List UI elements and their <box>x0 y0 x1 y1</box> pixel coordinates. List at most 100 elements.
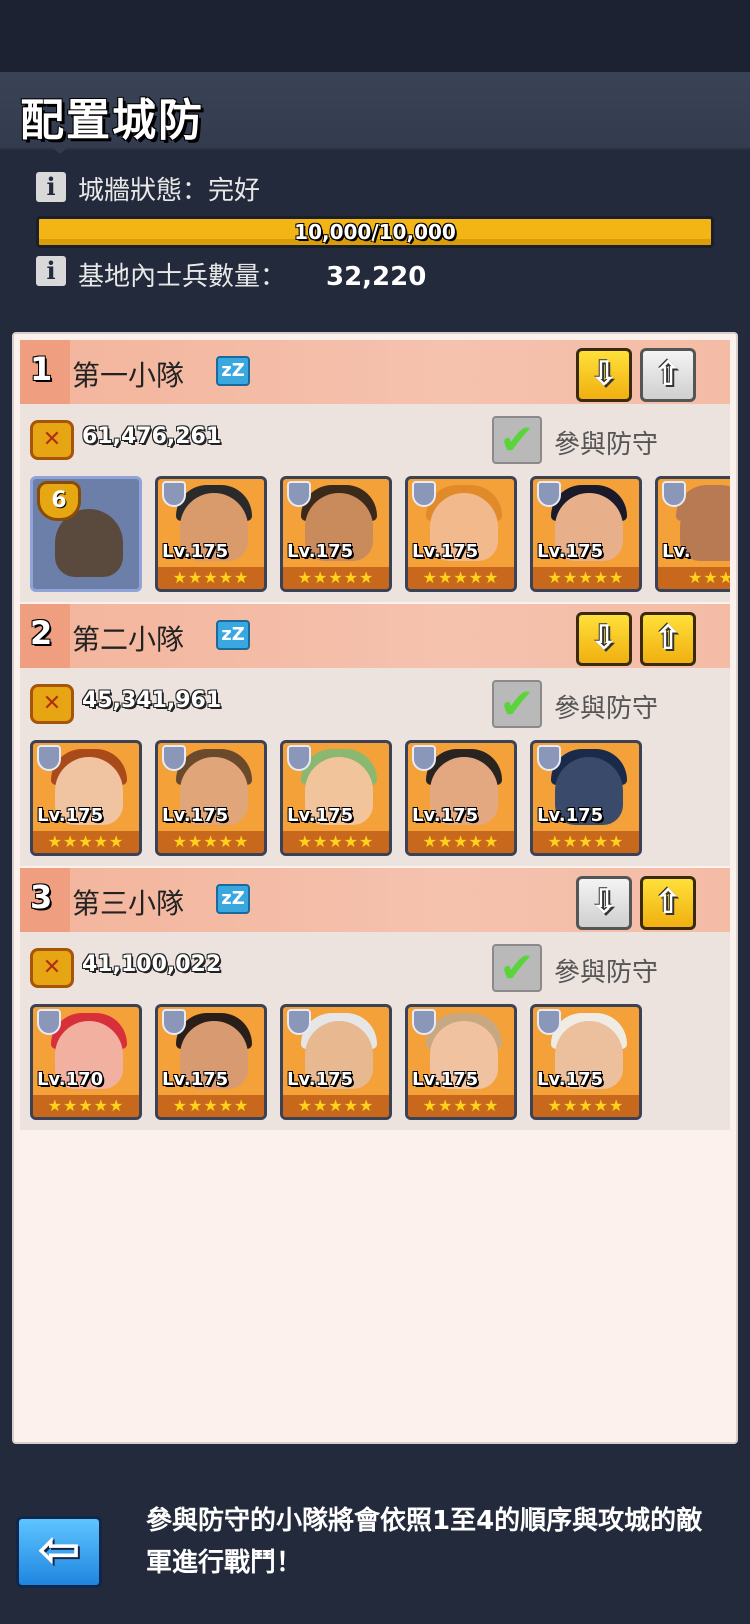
hero-card[interactable]: Lv.175 ★★★★★ <box>405 1004 517 1120</box>
defend-label: 參與防守 <box>554 430 659 460</box>
hero-class-icon <box>537 1009 561 1035</box>
squad-name: 第三小隊 <box>72 887 185 920</box>
hero-card[interactable]: Lv.175 ★★★★★ <box>30 740 142 856</box>
hero-level: Lv.175 <box>537 1069 604 1090</box>
hero-stars: ★★★★★ <box>158 567 264 589</box>
hero-stars: ★★★★★ <box>33 831 139 853</box>
squad-header: 2 第二小隊 zZ ⇩ ⇧ <box>20 604 730 668</box>
sleep-icon: zZ <box>216 356 250 386</box>
hero-stars: ★★★★★ <box>408 831 514 853</box>
hero-stars: ★★★★★ <box>158 1095 264 1117</box>
soldier-count-value: 32,220 <box>326 262 427 292</box>
squad-3: 3 第三小隊 zZ ⇩ ⇧ ✕ 41,100,022 ✔ 參與防守 Lv.170 ★★★★★ Lv.1… <box>20 868 730 1130</box>
info-icon[interactable]: i <box>36 172 66 202</box>
hero-level: Lv.170 <box>37 1069 104 1090</box>
squad-header: 3 第三小隊 zZ ⇩ ⇧ <box>20 868 730 932</box>
hero-stars: ★★★★★ <box>283 831 389 853</box>
hero-stars: ★★★ <box>658 567 730 589</box>
hero-card[interactable]: Lv.175 ★★★★★ <box>530 1004 642 1120</box>
squad-name: 第一小隊 <box>72 359 185 392</box>
move-up-button[interactable]: ⇧ <box>640 612 696 666</box>
hero-card[interactable]: Lv.175 ★★★★★ <box>280 1004 392 1120</box>
hero-class-icon <box>412 745 436 771</box>
power-icon: ✕ <box>30 684 74 724</box>
hero-card[interactable]: Lv. ★★★ <box>655 476 730 592</box>
hero-card[interactable]: Lv.175 ★★★★★ <box>530 476 642 592</box>
hero-card[interactable]: Lv.175 ★★★★★ <box>405 476 517 592</box>
hero-stars: ★★★★★ <box>158 831 264 853</box>
hero-stars: ★★★★★ <box>533 567 639 589</box>
squad-power: 45,341,961 <box>82 688 222 713</box>
squad-power: 41,100,022 <box>82 952 222 977</box>
info-icon[interactable]: i <box>36 256 66 286</box>
hero-level: Lv.175 <box>537 805 604 826</box>
move-down-button[interactable]: ⇩ <box>576 876 632 930</box>
hero-class-icon <box>162 745 186 771</box>
squad-2: 2 第二小隊 zZ ⇩ ⇧ ✕ 45,341,961 ✔ 參與防守 Lv.175 ★★★★★ Lv.1… <box>20 604 730 866</box>
defend-label: 參與防守 <box>554 958 659 988</box>
hero-level: Lv.175 <box>37 805 104 826</box>
hero-stars: ★★★★★ <box>283 1095 389 1117</box>
wall-status-label: 城牆狀態：完好 <box>78 176 261 206</box>
leader-hero-card[interactable]: 6 <box>30 476 142 592</box>
hero-level: Lv.175 <box>412 805 479 826</box>
hero-stars: ★★★★★ <box>533 1095 639 1117</box>
hero-class-icon <box>662 481 686 507</box>
hero-stars: ★★★★★ <box>408 567 514 589</box>
hero-row: Lv.175 ★★★★★ Lv.175 ★★★★★ Lv.175 ★★★★★ Lv.175 ★… <box>30 740 730 858</box>
squad-power: 61,476,261 <box>82 424 222 449</box>
hero-class-icon <box>412 1009 436 1035</box>
squad-1: 1 第一小隊 zZ ⇩ ⇧ ✕ 61,476,261 ✔ 參與防守 6 Lv.175 ★★★★★ Lv.… <box>20 340 730 602</box>
hero-class-icon <box>537 481 561 507</box>
hero-class-icon <box>37 1009 61 1035</box>
hero-card[interactable]: Lv.175 ★★★★★ <box>280 476 392 592</box>
power-icon: ✕ <box>30 948 74 988</box>
hero-row: Lv.170 ★★★★★ Lv.175 ★★★★★ Lv.175 ★★★★★ Lv.175 ★… <box>30 1004 730 1122</box>
hero-card[interactable]: Lv.175 ★★★★★ <box>155 1004 267 1120</box>
move-down-button[interactable]: ⇩ <box>576 348 632 402</box>
top-band <box>0 0 750 72</box>
soldier-count-label: 基地內士兵數量： <box>78 262 287 292</box>
hero-level: Lv.175 <box>287 541 354 562</box>
hero-level: Lv.175 <box>412 541 479 562</box>
hero-level: Lv.175 <box>537 541 604 562</box>
hero-level: Lv.175 <box>412 1069 479 1090</box>
hero-stars: ★★★★★ <box>33 1095 139 1117</box>
hero-card[interactable]: Lv.175 ★★★★★ <box>155 740 267 856</box>
hero-level: Lv.175 <box>162 1069 229 1090</box>
squad-number: 1 <box>30 350 53 388</box>
hero-class-icon <box>537 745 561 771</box>
hero-card[interactable]: Lv.170 ★★★★★ <box>30 1004 142 1120</box>
move-up-button[interactable]: ⇧ <box>640 348 696 402</box>
sleep-icon: zZ <box>216 620 250 650</box>
wall-progress-bar: 10,000/10,000 <box>36 216 714 248</box>
hero-level: Lv.175 <box>287 1069 354 1090</box>
back-button[interactable]: ⇦ <box>16 1516 102 1588</box>
hero-class-icon <box>162 481 186 507</box>
squad-number: 3 <box>30 878 53 916</box>
sleep-icon: zZ <box>216 884 250 914</box>
hero-stars: ★★★★★ <box>408 1095 514 1117</box>
hero-level: Lv.175 <box>287 805 354 826</box>
power-icon: ✕ <box>30 420 74 460</box>
footer-hint: 參與防守的小隊將會依照1至4的順序與攻城的敵軍進行戰鬥！ <box>146 1506 703 1578</box>
hero-card[interactable]: Lv.175 ★★★★★ <box>530 740 642 856</box>
hero-level: Lv.175 <box>162 541 229 562</box>
hero-level: Lv. <box>662 541 691 562</box>
move-down-button[interactable]: ⇩ <box>576 612 632 666</box>
defend-checkbox[interactable]: ✔ <box>492 416 542 464</box>
hero-card[interactable]: Lv.175 ★★★★★ <box>155 476 267 592</box>
hero-class-icon <box>287 481 311 507</box>
defend-label: 參與防守 <box>554 694 659 724</box>
hero-class-icon <box>287 1009 311 1035</box>
hero-card[interactable]: Lv.175 ★★★★★ <box>405 740 517 856</box>
hero-level: Lv.175 <box>162 805 229 826</box>
defend-checkbox[interactable]: ✔ <box>492 944 542 992</box>
hero-stars: ★★★★★ <box>533 831 639 853</box>
hero-card[interactable]: Lv.175 ★★★★★ <box>280 740 392 856</box>
hero-class-icon <box>37 745 61 771</box>
defend-checkbox[interactable]: ✔ <box>492 680 542 728</box>
hero-class-icon <box>162 1009 186 1035</box>
hero-stars: ★★★★★ <box>283 567 389 589</box>
move-up-button[interactable]: ⇧ <box>640 876 696 930</box>
